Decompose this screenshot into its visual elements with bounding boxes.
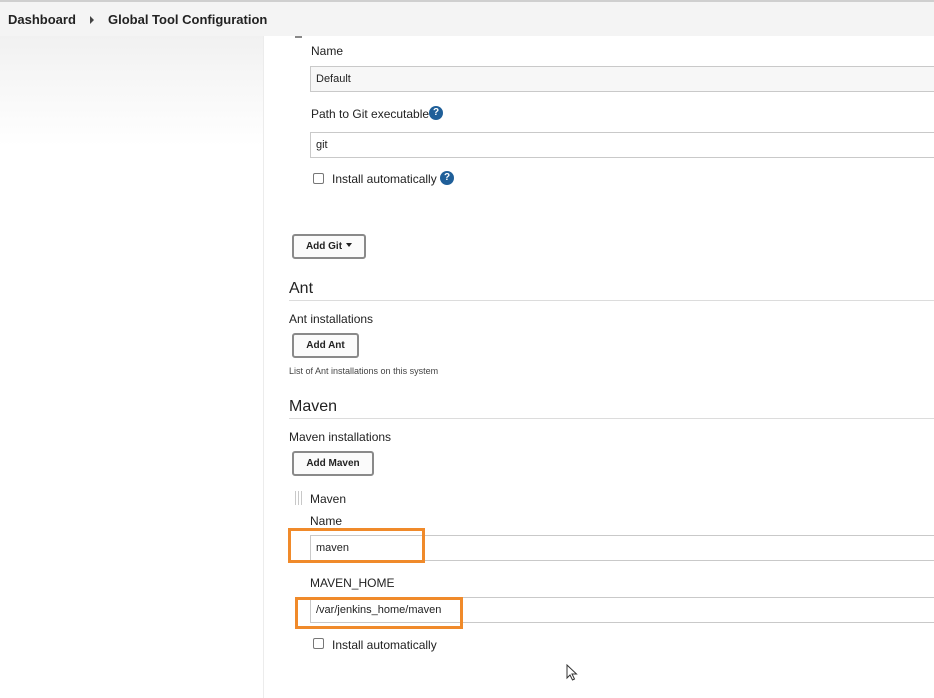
side-panel [0, 36, 263, 698]
mouse-cursor-icon [566, 664, 578, 681]
maven-section-title: Maven [289, 398, 338, 415]
breadcrumb-chevron-icon[interactable] [90, 16, 94, 24]
maven-home-label: MAVEN_HOME [310, 576, 395, 590]
maven-entry-header: Maven [310, 492, 347, 506]
git-install-automatically-label: Install automatically [332, 172, 437, 186]
git-name-label: Name [311, 44, 344, 58]
git-name-input[interactable] [310, 66, 934, 92]
collapse-handle [295, 36, 302, 38]
git-path-input[interactable] [310, 132, 934, 158]
maven-installations-label: Maven installations [289, 430, 392, 444]
git-install-automatically-checkbox[interactable] [313, 173, 324, 184]
breadcrumb-dashboard[interactable]: Dashboard [8, 12, 76, 27]
breadcrumb-bar: Dashboard Global Tool Configuration [0, 0, 934, 36]
add-git-label: Add Git [305, 241, 343, 252]
breadcrumb-global-tool-configuration[interactable]: Global Tool Configuration [108, 12, 267, 27]
ant-installations-label: Ant installations [289, 312, 374, 326]
ant-installations-note: List of Ant installations on this system [289, 366, 439, 376]
git-path-label: Path to Git executable [311, 107, 430, 121]
maven-name-highlight [288, 528, 425, 563]
maven-name-label: Name [310, 514, 343, 528]
help-icon[interactable]: ? [429, 106, 443, 120]
maven-divider [289, 418, 934, 419]
side-panel-divider [263, 36, 264, 698]
add-maven-button[interactable]: Add Maven [292, 451, 374, 476]
drag-handle-icon[interactable] [295, 491, 304, 505]
help-icon[interactable]: ? [440, 171, 454, 185]
maven-home-highlight [295, 597, 463, 629]
add-ant-button[interactable]: Add Ant [292, 333, 359, 358]
caret-down-icon [346, 243, 353, 248]
maven-install-automatically-label: Install automatically [332, 638, 437, 652]
maven-install-automatically-checkbox[interactable] [313, 638, 324, 649]
ant-divider [289, 300, 934, 301]
ant-section-title: Ant [289, 280, 314, 297]
add-git-button[interactable]: Add Git [292, 234, 366, 259]
